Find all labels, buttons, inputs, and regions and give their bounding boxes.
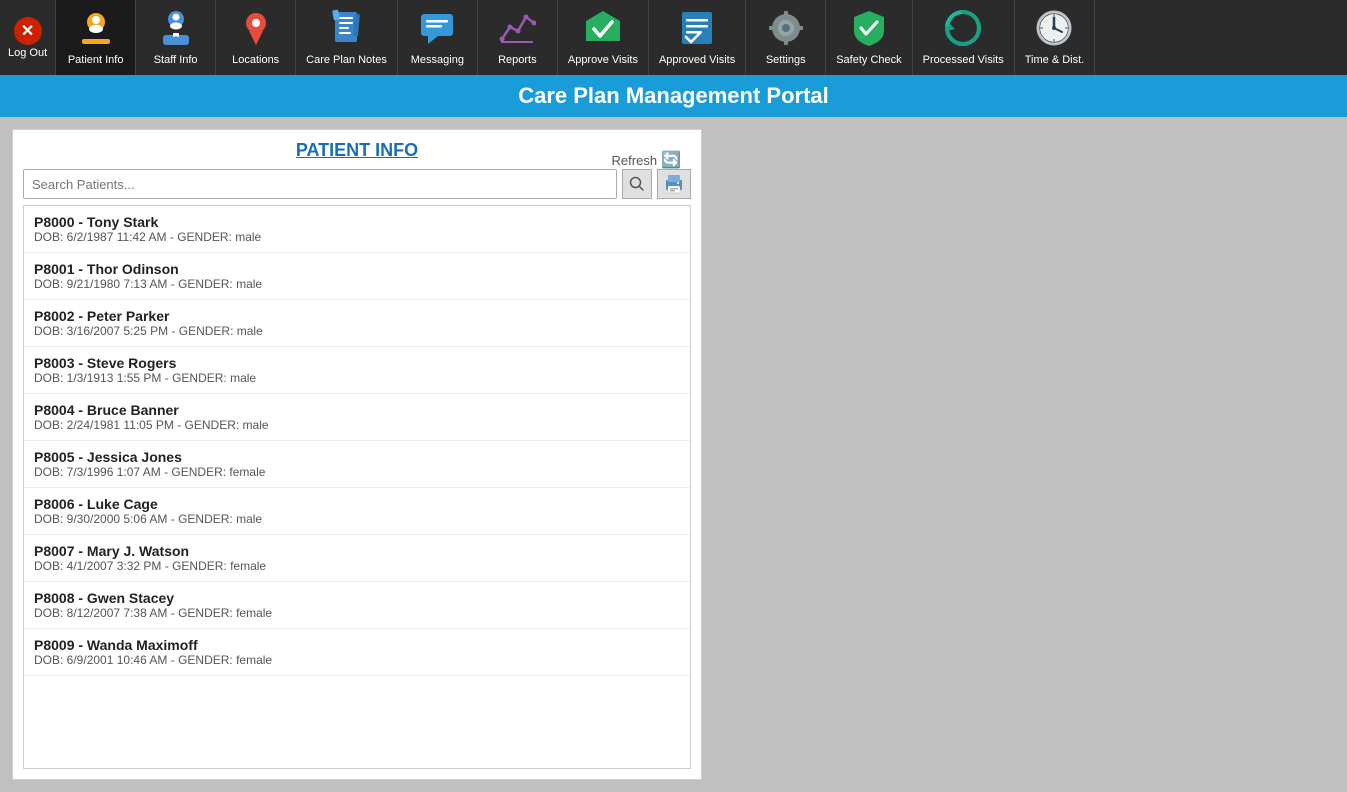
patient-dob: DOB: 6/9/2001 10:46 AM - GENDER: female: [34, 653, 680, 667]
patient-dob: DOB: 9/21/1980 7:13 AM - GENDER: male: [34, 277, 680, 291]
messaging-icon: [418, 9, 456, 52]
patient-name: P8005 - Jessica Jones: [34, 449, 680, 465]
nav-processed-visits[interactable]: Processed Visits: [913, 0, 1015, 75]
nav-reports[interactable]: Reports: [478, 0, 558, 75]
patient-dob: DOB: 4/1/2007 3:32 PM - GENDER: female: [34, 559, 680, 573]
patient-list-item[interactable]: P8006 - Luke Cage DOB: 9/30/2000 5:06 AM…: [24, 488, 690, 535]
patient-dob: DOB: 6/2/1987 11:42 AM - GENDER: male: [34, 230, 680, 244]
print-button[interactable]: [657, 169, 691, 199]
nav-time-dist-label: Time & Dist.: [1025, 54, 1085, 66]
nav-processed-visits-label: Processed Visits: [923, 54, 1004, 66]
logout-label: Log Out: [8, 47, 47, 59]
search-icon: [629, 176, 645, 192]
nav-settings[interactable]: Settings: [746, 0, 826, 75]
refresh-label: Refresh: [612, 153, 658, 168]
nav-messaging-label: Messaging: [411, 54, 464, 66]
nav-settings-label: Settings: [766, 54, 806, 66]
main-content: PATIENT INFO Refresh 🔄: [0, 117, 1347, 792]
patient-name: P8006 - Luke Cage: [34, 496, 680, 512]
nav-approve-visits-label: Approve Visits: [568, 54, 638, 66]
patient-name: P8002 - Peter Parker: [34, 308, 680, 324]
patient-dob: DOB: 9/30/2000 5:06 AM - GENDER: male: [34, 512, 680, 526]
patient-info-icon: [77, 9, 115, 52]
processed-visits-icon: [944, 9, 982, 52]
patient-name: P8001 - Thor Odinson: [34, 261, 680, 277]
nav-care-plan-notes-label: Care Plan Notes: [306, 54, 387, 66]
nav-safety-check[interactable]: Safety Check: [826, 0, 912, 75]
nav-reports-label: Reports: [498, 54, 537, 66]
nav-approved-visits[interactable]: Approved Visits: [649, 0, 746, 75]
nav-messaging[interactable]: Messaging: [398, 0, 478, 75]
approved-visits-icon: [678, 9, 716, 52]
patient-list-item[interactable]: P8003 - Steve Rogers DOB: 1/3/1913 1:55 …: [24, 347, 690, 394]
right-panel: [714, 117, 1347, 792]
app-title: Care Plan Management Portal: [518, 83, 829, 109]
patient-name: P8000 - Tony Stark: [34, 214, 680, 230]
patient-list-item[interactable]: P8001 - Thor Odinson DOB: 9/21/1980 7:13…: [24, 253, 690, 300]
patient-list-item[interactable]: P8005 - Jessica Jones DOB: 7/3/1996 1:07…: [24, 441, 690, 488]
nav-approve-visits[interactable]: Approve Visits: [558, 0, 649, 75]
patient-list-item[interactable]: P8004 - Bruce Banner DOB: 2/24/1981 11:0…: [24, 394, 690, 441]
care-plan-notes-icon: [328, 9, 366, 52]
patient-name: P8008 - Gwen Stacey: [34, 590, 680, 606]
approve-visits-icon: [584, 9, 622, 52]
patient-dob: DOB: 2/24/1981 11:05 PM - GENDER: male: [34, 418, 680, 432]
time-dist-icon: [1035, 9, 1073, 52]
nav-staff-info[interactable]: Staff Info: [136, 0, 216, 75]
patient-list-item[interactable]: P8007 - Mary J. Watson DOB: 4/1/2007 3:3…: [24, 535, 690, 582]
search-row: [23, 169, 691, 199]
patient-list-item[interactable]: P8000 - Tony Stark DOB: 6/2/1987 11:42 A…: [24, 206, 690, 253]
patient-list-item[interactable]: P8009 - Wanda Maximoff DOB: 6/9/2001 10:…: [24, 629, 690, 676]
reports-icon: [498, 9, 536, 52]
nav-locations[interactable]: Locations: [216, 0, 296, 75]
panel-title: PATIENT INFO: [23, 140, 691, 161]
logout-button[interactable]: ✕ Log Out: [0, 0, 56, 75]
patient-list-item[interactable]: P8002 - Peter Parker DOB: 3/16/2007 5:25…: [24, 300, 690, 347]
patient-list-item[interactable]: P8008 - Gwen Stacey DOB: 8/12/2007 7:38 …: [24, 582, 690, 629]
patient-name: P8004 - Bruce Banner: [34, 402, 680, 418]
search-button[interactable]: [622, 169, 652, 199]
print-icon: [663, 173, 685, 195]
search-input[interactable]: [23, 169, 617, 199]
patient-name: P8007 - Mary J. Watson: [34, 543, 680, 559]
nav-patient-info[interactable]: Patient Info: [56, 0, 136, 75]
patient-info-panel: PATIENT INFO Refresh 🔄: [12, 129, 702, 780]
patient-dob: DOB: 7/3/1996 1:07 AM - GENDER: female: [34, 465, 680, 479]
top-navigation: ✕ Log Out Patient Info: [0, 0, 1347, 75]
settings-icon: [767, 9, 805, 52]
staff-info-icon: [157, 9, 195, 52]
patient-name: P8003 - Steve Rogers: [34, 355, 680, 371]
safety-check-icon: [850, 9, 888, 52]
nav-safety-check-label: Safety Check: [836, 54, 901, 66]
nav-time-dist[interactable]: Time & Dist.: [1015, 0, 1096, 75]
nav-locations-label: Locations: [232, 54, 279, 66]
patient-name: P8009 - Wanda Maximoff: [34, 637, 680, 653]
locations-icon: [237, 9, 275, 52]
patient-dob: DOB: 1/3/1913 1:55 PM - GENDER: male: [34, 371, 680, 385]
patient-dob: DOB: 3/16/2007 5:25 PM - GENDER: male: [34, 324, 680, 338]
nav-care-plan-notes[interactable]: Care Plan Notes: [296, 0, 398, 75]
panel-header: PATIENT INFO Refresh 🔄: [23, 140, 691, 169]
patient-list: P8000 - Tony Stark DOB: 6/2/1987 11:42 A…: [23, 205, 691, 769]
nav-patient-info-label: Patient Info: [68, 54, 124, 66]
nav-staff-info-label: Staff Info: [154, 54, 198, 66]
header-banner: Care Plan Management Portal: [0, 75, 1347, 117]
refresh-icon: 🔄: [661, 150, 681, 170]
nav-approved-visits-label: Approved Visits: [659, 54, 735, 66]
patient-dob: DOB: 8/12/2007 7:38 AM - GENDER: female: [34, 606, 680, 620]
refresh-button[interactable]: Refresh 🔄: [612, 150, 681, 170]
